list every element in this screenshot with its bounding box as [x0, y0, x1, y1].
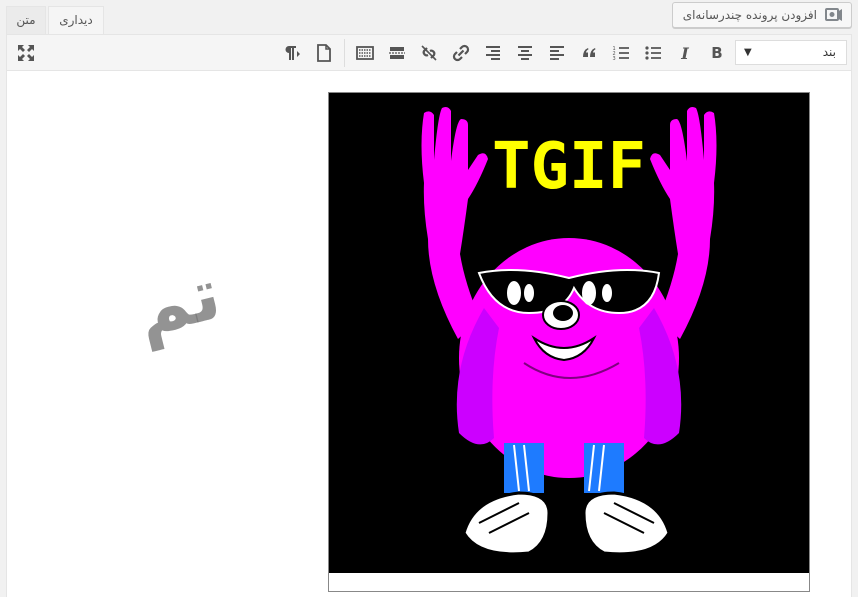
align-left-icon[interactable] [545, 41, 569, 65]
toolbar-toggle-icon[interactable] [353, 41, 377, 65]
tab-visual[interactable]: دیداری [48, 6, 104, 36]
chevron-down-icon: ▼ [744, 47, 752, 58]
numbered-list-icon[interactable]: 123 [609, 41, 633, 65]
editor: 123 I B ▼ بند تم TGIF [6, 34, 852, 597]
embedded-image[interactable]: TGIF [328, 92, 810, 592]
format-select[interactable]: ▼ بند [735, 40, 847, 65]
tgif-headline: TGIF [492, 130, 646, 204]
bulleted-list-icon[interactable] [641, 41, 665, 65]
add-media-icon [825, 7, 843, 23]
read-more-icon[interactable] [385, 41, 409, 65]
blockquote-icon[interactable] [577, 41, 601, 65]
editor-tabs-bar: متن دیداری افزودن پرونده چندرسانه‌ای [0, 0, 858, 36]
tab-text[interactable]: متن [6, 6, 46, 35]
remove-link-icon[interactable] [417, 41, 441, 65]
svg-text:3: 3 [613, 56, 616, 62]
bold-button[interactable]: B [705, 41, 729, 65]
align-center-icon[interactable] [513, 41, 537, 65]
editor-content[interactable]: تم TGIF [7, 71, 851, 597]
paste-as-text-icon[interactable] [312, 41, 336, 65]
editor-toolbar: 123 I B ▼ بند [7, 35, 851, 71]
tgif-illustration: TGIF [329, 93, 809, 573]
format-select-value: بند [822, 45, 836, 59]
align-right-icon[interactable] [481, 41, 505, 65]
fullscreen-icon[interactable] [14, 41, 38, 65]
add-media-button[interactable]: افزودن پرونده چندرسانه‌ای [672, 2, 852, 28]
toolbar-separator [344, 39, 345, 67]
watermark-text: تم [127, 250, 229, 353]
paragraph-mark-icon[interactable] [279, 41, 303, 65]
add-media-label: افزودن پرونده چندرسانه‌ای [682, 8, 817, 22]
italic-button[interactable]: I [673, 41, 697, 65]
insert-link-icon[interactable] [449, 41, 473, 65]
